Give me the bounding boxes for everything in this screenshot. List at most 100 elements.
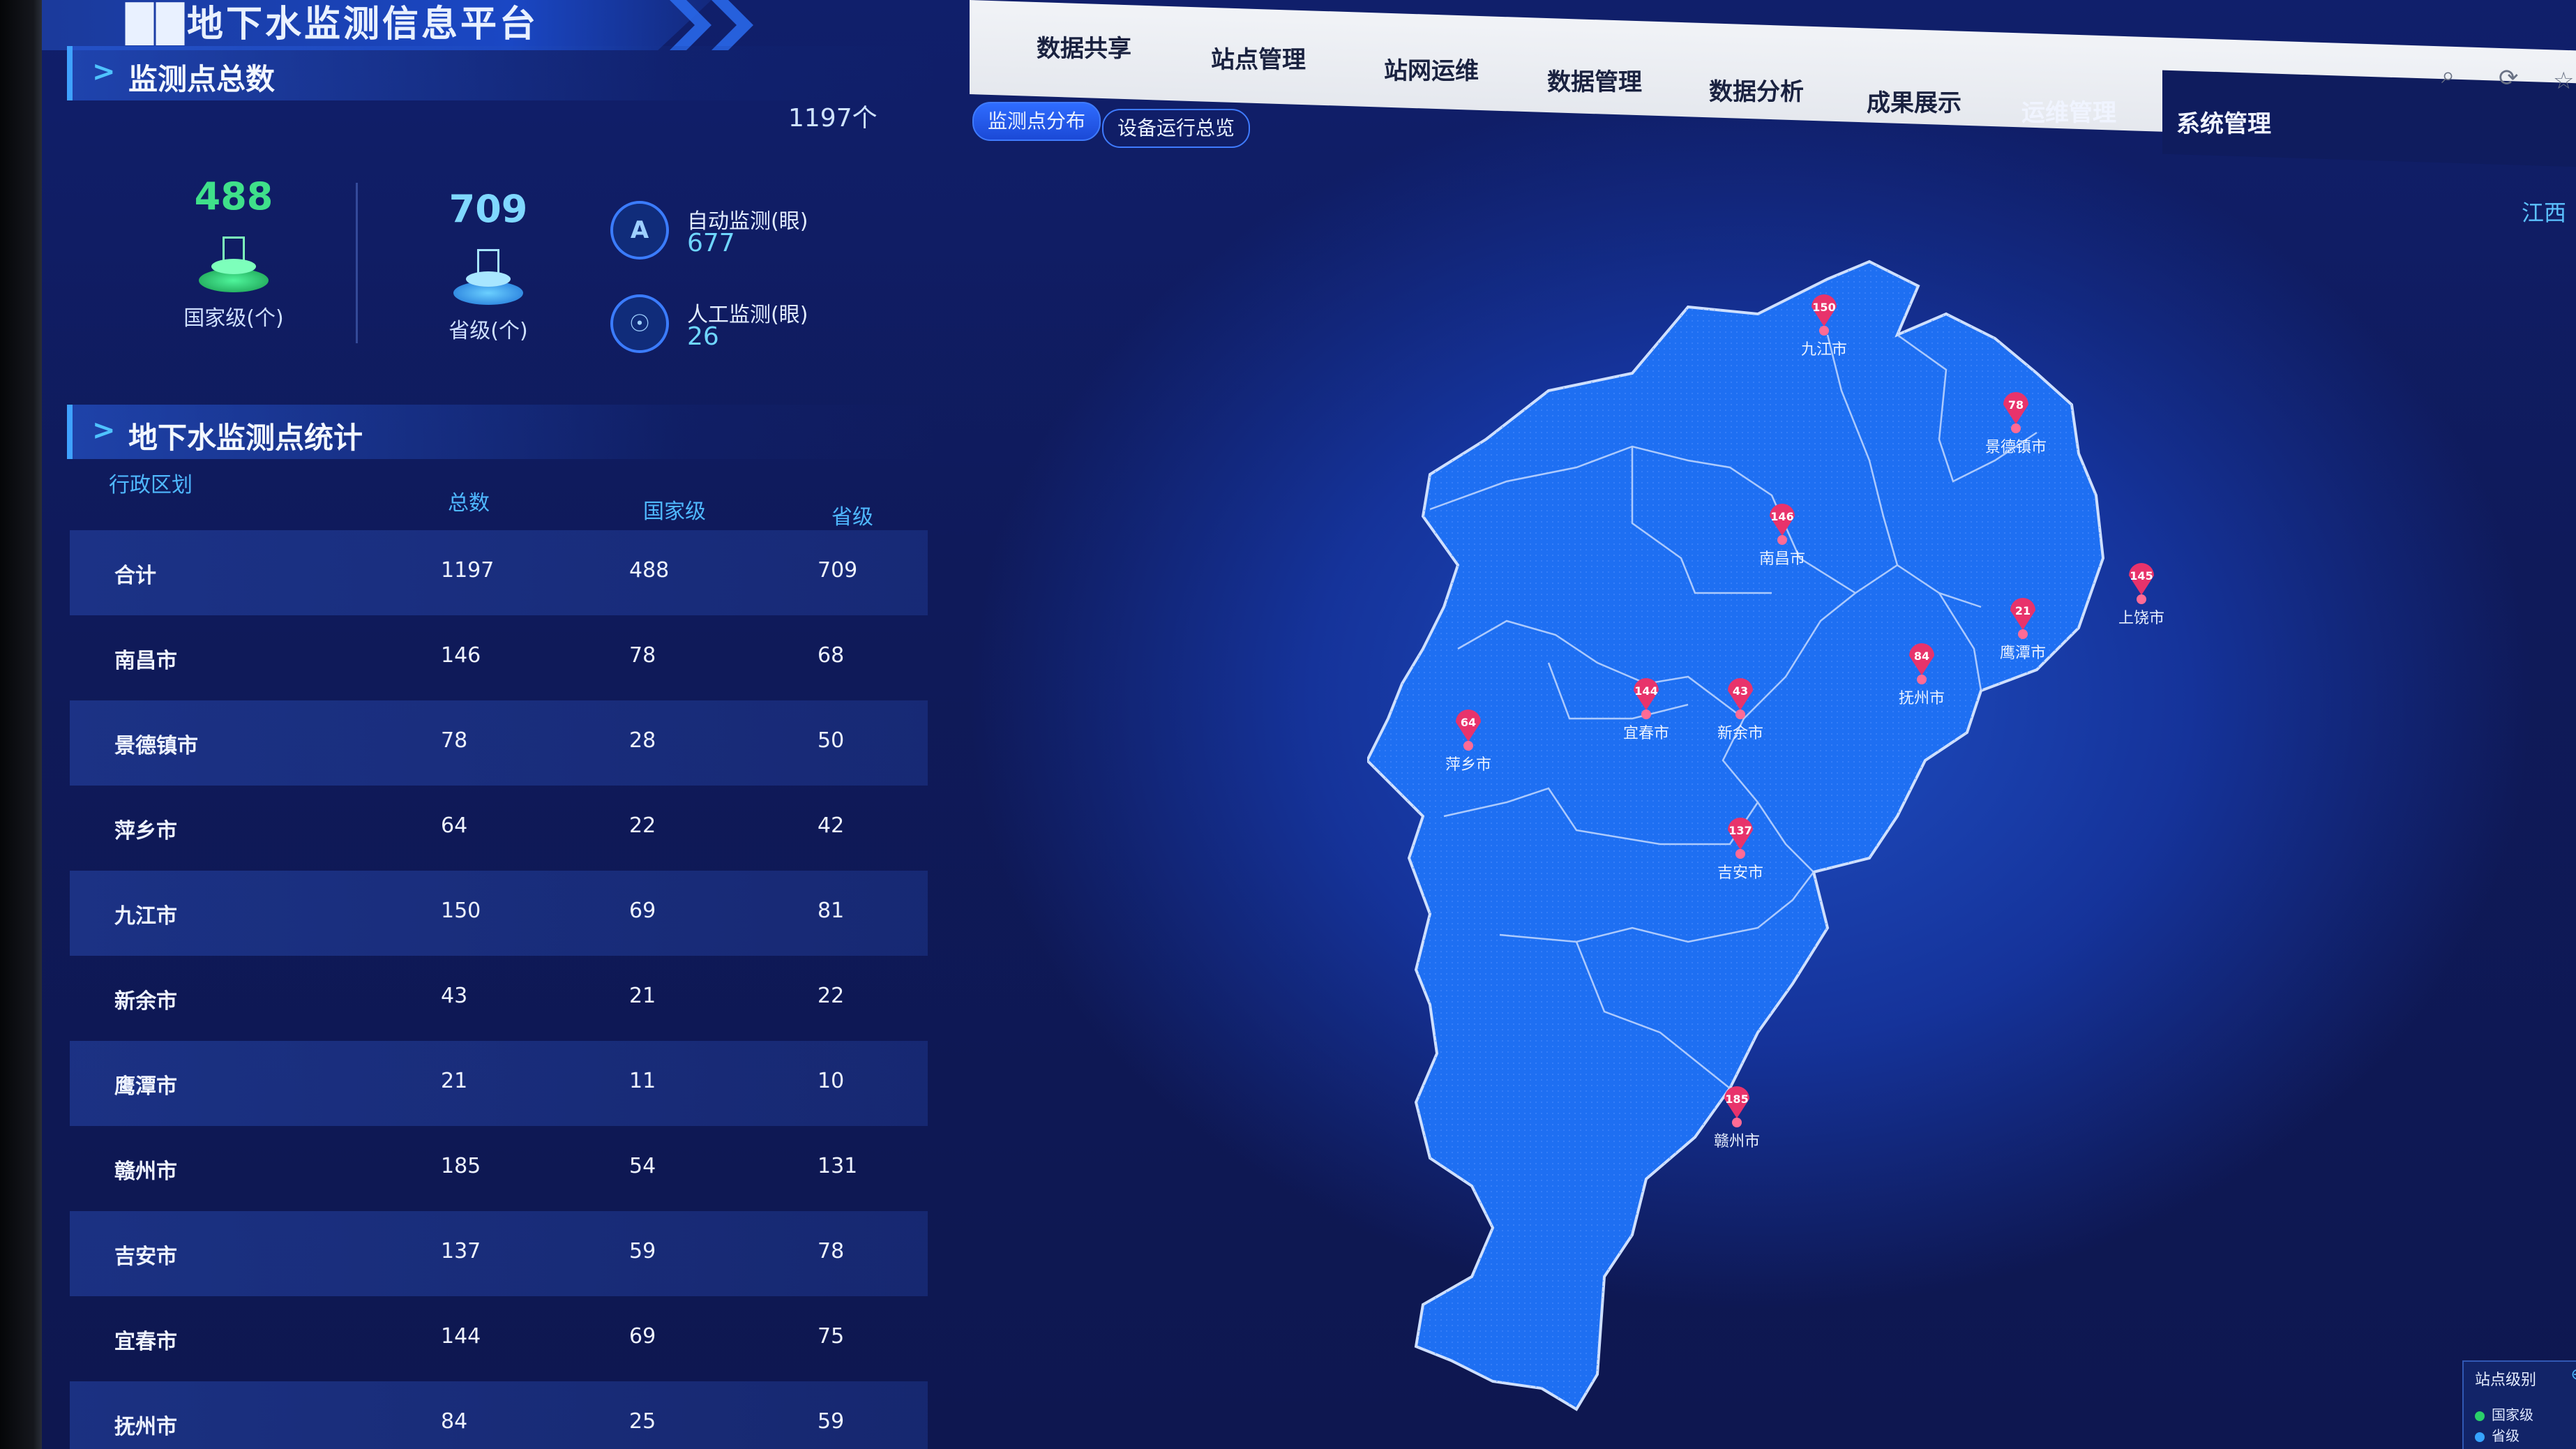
legend-item-national[interactable]: 国家级: [2475, 1404, 2533, 1424]
tab-station-distribution[interactable]: 监测点分布: [972, 102, 1101, 141]
national-stat: 488 国家级(个): [146, 174, 321, 331]
map-city-label: 萍乡市: [1445, 756, 1491, 774]
cell-national: 69: [629, 899, 656, 923]
map-pin-base: [1641, 710, 1651, 719]
table-row[interactable]: 合计 1197 488 709: [70, 530, 928, 615]
cell-region: 鹰潭市: [114, 1074, 177, 1099]
map-pin-count: 145: [2130, 569, 2153, 583]
nav-ops-manage[interactable]: 运维管理: [2021, 93, 2116, 128]
legend-title: 站点级别: [2475, 1372, 2537, 1389]
col-header-national: 国家级: [643, 500, 706, 524]
cell-national: 22: [629, 813, 656, 838]
cell-provincial: 42: [818, 813, 845, 838]
cell-provincial: 78: [818, 1239, 845, 1263]
chevron-right-icon: >: [92, 414, 116, 446]
col-header-provincial: 省级: [831, 505, 873, 530]
cell-provincial: 59: [818, 1409, 845, 1434]
national-caption: 国家级(个): [183, 306, 284, 331]
cell-national: 54: [629, 1154, 656, 1178]
table-row[interactable]: 景德镇市 78 28 50: [70, 700, 928, 786]
cell-region: 萍乡市: [114, 819, 177, 843]
map-pin[interactable]: 145 上饶市: [2118, 563, 2164, 627]
provincial-caption: 省级(个): [449, 319, 528, 343]
map-pin-count: 64: [1461, 716, 1476, 729]
province-map[interactable]: 150 九江市 78 景德镇市 146 南昌市 145 上饶市 21 鹰潭市 84 抚州市 43 新余市 1…: [1367, 230, 2260, 1416]
cell-region: 合计: [114, 564, 156, 588]
map-pin-base: [1819, 326, 1829, 336]
map-pin-count: 185: [1725, 1093, 1748, 1106]
nav-data-manage[interactable]: 数据管理: [1547, 63, 1642, 97]
nav-data-share[interactable]: 数据共享: [1037, 29, 1131, 63]
map-city-label: 吉安市: [1717, 864, 1763, 882]
cell-region: 南昌市: [114, 649, 177, 673]
national-count: 488: [194, 174, 273, 218]
star-icon[interactable]: ☆: [2553, 67, 2574, 95]
legend-dot-provincial: [2475, 1432, 2485, 1442]
cell-provincial: 131: [818, 1154, 858, 1178]
cell-region: 宜春市: [114, 1330, 177, 1354]
map-city-label: 赣州市: [1714, 1133, 1760, 1150]
table-row[interactable]: 鹰潭市 21 11 10: [70, 1041, 928, 1126]
nav-station-manage[interactable]: 站点管理: [1211, 40, 1306, 75]
table-row[interactable]: 新余市 43 21 22: [70, 956, 928, 1041]
cell-national: 59: [629, 1239, 656, 1263]
table-row[interactable]: 吉安市 137 59 78: [70, 1211, 928, 1296]
cell-provincial: 81: [818, 899, 845, 923]
nav-system-manage[interactable]: 系统管理: [2176, 105, 2271, 139]
col-header-region: 行政区划: [109, 473, 193, 497]
legend-label-provincial: 省级: [2492, 1427, 2519, 1444]
map-pin-count: 146: [1770, 510, 1793, 523]
refresh-icon[interactable]: ⟳: [2499, 64, 2519, 92]
table-row[interactable]: 南昌市 146 78 68: [70, 615, 928, 700]
map-pin-base: [1732, 1118, 1742, 1127]
map-city-label: 南昌市: [1759, 550, 1805, 568]
cell-provincial: 10: [818, 1069, 845, 1093]
map-pin-base: [1735, 849, 1745, 859]
table-row[interactable]: 萍乡市 64 22 42: [70, 786, 928, 871]
magnifier-icon[interactable]: ⌕: [2441, 61, 2455, 89]
cell-provincial: 75: [818, 1324, 845, 1349]
nav-results[interactable]: 成果展示: [1867, 84, 1961, 118]
legend-dot-national: [2475, 1411, 2485, 1421]
col-header-total: 总数: [448, 491, 490, 516]
map-city-label: 抚州市: [1899, 690, 1945, 707]
tab-device-overview[interactable]: 设备运行总览: [1102, 109, 1251, 148]
map-legend: 站点级别 ⊖ 国家级 省级: [2462, 1360, 2576, 1449]
map-pin-count: 84: [1914, 650, 1929, 663]
cell-total: 144: [441, 1324, 481, 1349]
map-pin-count: 144: [1634, 684, 1657, 698]
table-row[interactable]: 九江市 150 69 81: [70, 871, 928, 956]
cell-provincial: 22: [818, 984, 845, 1008]
table-row[interactable]: 抚州市 84 25 59: [70, 1381, 928, 1449]
cell-national: 488: [629, 558, 670, 583]
chevron-right-icon: >: [92, 56, 116, 88]
province-selector[interactable]: 江西: [2522, 195, 2566, 227]
table-row[interactable]: 赣州市 185 54 131: [70, 1126, 928, 1211]
table-row[interactable]: 宜春市 144 69 75: [70, 1296, 928, 1381]
legend-collapse-icon[interactable]: ⊖: [2571, 1366, 2576, 1383]
legend-item-provincial[interactable]: 省级: [2475, 1425, 2519, 1445]
provincial-stat: 709 省级(个): [401, 187, 575, 344]
map-city-label: 景德镇市: [1985, 439, 2047, 456]
cell-total: 84: [441, 1409, 468, 1434]
stats-header: > 地下水监测点统计: [67, 405, 937, 459]
cell-national: 78: [629, 643, 656, 668]
map-pin-base: [1735, 710, 1745, 719]
banner-chevron-icon: [711, 0, 753, 50]
map-pin-base: [1777, 535, 1787, 545]
stats-title: 地下水监测点统计: [128, 421, 363, 455]
total-count: 1197个: [788, 104, 878, 133]
map-pin-count: 21: [2015, 604, 2031, 617]
nav-data-analysis[interactable]: 数据分析: [1709, 73, 1804, 107]
map-pin-base: [2011, 423, 2021, 433]
cell-total: 185: [441, 1154, 481, 1178]
map-pin-count: 137: [1728, 824, 1752, 837]
cell-region: 九江市: [114, 904, 177, 929]
cell-total: 21: [441, 1069, 468, 1093]
provincial-count: 709: [449, 187, 528, 231]
cell-region: 新余市: [114, 989, 177, 1014]
auto-monitor-icon: A: [610, 201, 669, 260]
cell-total: 1197: [441, 558, 495, 583]
legend-label-national: 国家级: [2492, 1406, 2533, 1423]
nav-network-ops[interactable]: 站网运维: [1384, 52, 1479, 86]
